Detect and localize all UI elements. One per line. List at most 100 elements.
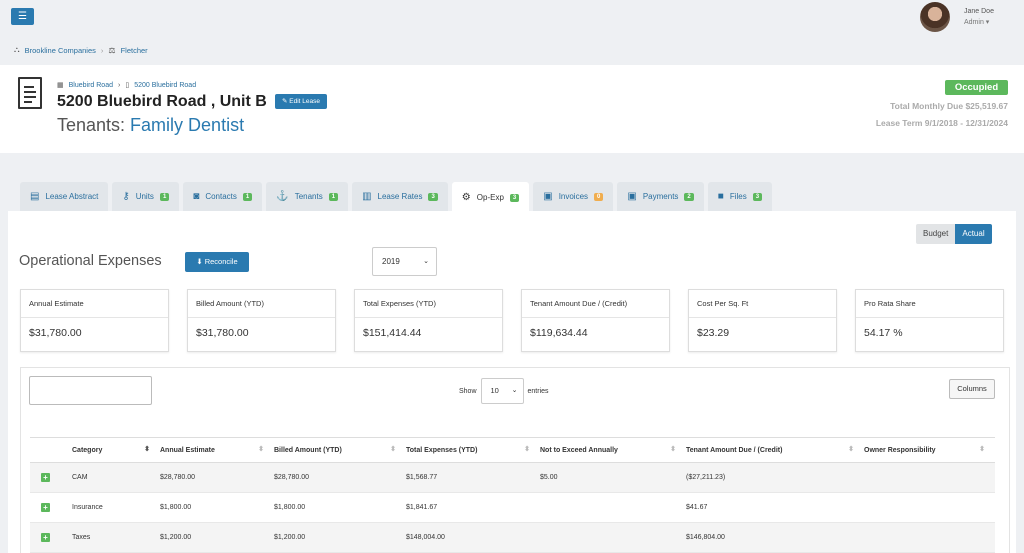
sort-icon: ⬍ (258, 446, 264, 453)
tab-bar: ▤ Lease Abstract ⚷ Units 1 ◙ Contacts 1 ⚓ Tena… (20, 182, 773, 213)
budget-actual-toggle: Budget Actual (916, 224, 992, 244)
hamburger-icon: ☰ (18, 11, 27, 22)
count-badge: 3 (752, 192, 763, 201)
lease-term: Lease Term 9/1/2018 - 12/31/2024 (875, 118, 1008, 128)
tab-files[interactable]: ■ Files 3 (707, 182, 773, 211)
chevron-down-icon: ⌄ (511, 387, 518, 394)
tab-lease-abstract[interactable]: ▤ Lease Abstract (20, 182, 109, 211)
reconcile-button[interactable]: ⬇ Reconcile (185, 252, 249, 272)
sort-icon: ⬍ (979, 446, 985, 453)
menu-toggle-button[interactable]: ☰ (11, 8, 34, 25)
column-header-billed-amount[interactable]: Billed Amount (YTD) ⬍ (274, 437, 406, 463)
tab-tenants[interactable]: ⚓ Tenants 1 (266, 182, 349, 211)
money-icon: ▣ (543, 191, 553, 202)
tab-invoices[interactable]: ▣ Invoices 0 (533, 182, 614, 211)
column-header-tenant-amount-due[interactable]: Tenant Amount Due / (Credit) ⬍ (686, 437, 864, 463)
sort-icon: ⬍ (848, 446, 854, 453)
rate-icon: ▥ (362, 191, 372, 202)
section-title: Operational Expenses (19, 253, 162, 269)
page-title: 5200 Bluebird Road , Unit B (57, 93, 267, 110)
tab-payments[interactable]: ▣ Payments 2 (617, 182, 704, 211)
count-badge: 1 (242, 192, 253, 201)
sitemap-icon: ⛬ (14, 45, 20, 54)
lease-document-icon (18, 77, 42, 109)
year-value: 2019 (382, 257, 400, 266)
total-monthly-due: Total Monthly Due $25,519.67 (890, 101, 1008, 111)
column-header-owner-responsibility[interactable]: Owner Responsibility ⬍ (864, 437, 995, 463)
budget-button[interactable]: Budget (916, 224, 956, 244)
property-breadcrumb: ▦ Bluebird Road › ▯ 5200 Bluebird Road (57, 81, 196, 90)
stat-card-annual-estimate: Annual Estimate $31,780.00 (20, 289, 169, 352)
top-bar: ☰ Jane Doe Admin ▾ (0, 0, 1024, 34)
edit-lease-button[interactable]: ✎ Edit Lease (275, 94, 327, 109)
folder-icon: ■ (717, 191, 724, 202)
entries-select[interactable]: 10 ⌄ (480, 378, 524, 404)
count-badge: 3 (509, 193, 520, 202)
cogs-icon: ⚙ (461, 192, 471, 203)
status-badge: Occupied (945, 80, 1008, 95)
table-row: + CAM $28,780.00 $28,780.00 $1,568.77 $5.00(… (30, 462, 995, 493)
user-name: Jane Doe (964, 8, 994, 15)
contact-card-icon: ◙ (193, 191, 200, 202)
sort-icon: ⬍ (670, 446, 676, 453)
breadcrumb: ⛬ Brookline Companies › ⚖ Fletcher (14, 44, 148, 56)
column-header-annual-estimate[interactable]: Annual Estimate ⬍ (160, 437, 274, 463)
table-header-row: Category ⬍ Annual Estimate ⬍ Billed Amount… (30, 437, 995, 463)
breadcrumb-company[interactable]: Brookline Companies (25, 46, 96, 55)
tab-lease-rates[interactable]: ▥ Lease Rates 3 (352, 182, 448, 211)
chevron-right-icon: › (118, 81, 121, 89)
page-length-control: Show 10 ⌄ entries (459, 378, 549, 404)
tab-units[interactable]: ⚷ Units 1 (112, 182, 180, 211)
lease-header: ▦ Bluebird Road › ▯ 5200 Bluebird Road 5… (0, 65, 1024, 153)
column-header-category[interactable]: Category ⬍ (72, 437, 160, 463)
chevron-right-icon: › (100, 45, 104, 55)
sort-icon: ⬍ (390, 446, 396, 453)
count-badge: 3 (428, 192, 438, 201)
tenants-line: Tenants: Family Dentist (57, 115, 244, 136)
expenses-table-card: Show 10 ⌄ entries Columns Category ⬍ Annua… (20, 367, 1010, 553)
money-icon: ▣ (627, 191, 637, 202)
stat-card-total-expenses: Total Expenses (YTD) $151,414.44 (354, 289, 503, 352)
document-icon: ▤ (30, 191, 40, 202)
building-icon: ▦ (57, 82, 64, 89)
actual-button[interactable]: Actual (955, 224, 992, 244)
count-badge: 2 (684, 192, 694, 201)
expand-row-icon[interactable]: + (41, 473, 50, 482)
tab-op-exp[interactable]: ⚙ Op-Exp 3 (451, 182, 530, 213)
op-exp-panel: Budget Actual Operational Expenses ⬇ Rec… (8, 211, 1016, 553)
tab-contacts[interactable]: ◙ Contacts 1 (183, 182, 263, 211)
breadcrumb-property[interactable]: Fletcher (121, 46, 148, 55)
stat-cards: Annual Estimate $31,780.00 Billed Amount … (20, 289, 1004, 352)
stat-card-cost-per-sqft: Cost Per Sq. Ft $23.29 (688, 289, 837, 352)
tenants-prefix: Tenants: (57, 115, 131, 135)
expand-row-icon[interactable]: + (41, 533, 50, 542)
sort-desc-icon: ⬍ (144, 446, 150, 453)
avatar[interactable] (920, 2, 950, 32)
count-badge: 0 (594, 192, 604, 201)
columns-button[interactable]: Columns (949, 379, 995, 399)
unit-icon: ▯ (125, 82, 130, 89)
count-badge: 1 (159, 192, 170, 201)
sort-icon: ⬍ (524, 446, 530, 453)
stat-card-pro-rata-share: Pro Rata Share 54.17 % (855, 289, 1004, 352)
chevron-down-icon: ⌄ (423, 258, 429, 265)
expand-column-header (30, 437, 72, 463)
table-row: + Taxes $1,200.00 $1,200.00 $148,004.00 $146… (30, 522, 995, 553)
scale-icon: ⚖ (108, 45, 116, 55)
count-badge: 1 (328, 192, 339, 201)
crumb-property[interactable]: Bluebird Road (69, 82, 113, 89)
crumb-unit[interactable]: 5200 Bluebird Road (134, 82, 196, 89)
year-select[interactable]: 2019 ⌄ (372, 247, 437, 276)
user-role-dropdown[interactable]: Admin ▾ (964, 18, 989, 26)
expenses-table: Category ⬍ Annual Estimate ⬍ Billed Amount… (30, 437, 995, 553)
anchor-icon: ⚓ (276, 191, 289, 202)
table-row: + Insurance $1,800.00 $1,800.00 $1,841.67 $4… (30, 492, 995, 523)
stat-card-billed-amount: Billed Amount (YTD) $31,780.00 (187, 289, 336, 352)
expand-row-icon[interactable]: + (41, 503, 50, 512)
column-header-total-expenses[interactable]: Total Expenses (YTD) ⬍ (406, 437, 540, 463)
column-header-not-to-exceed[interactable]: Not to Exceed Annually ⬍ (540, 437, 686, 463)
search-input[interactable] (29, 376, 152, 405)
tenant-link[interactable]: Family Dentist (130, 115, 244, 135)
key-icon: ⚷ (122, 191, 130, 202)
stat-card-tenant-amount-due: Tenant Amount Due / (Credit) $119,634.44 (521, 289, 670, 352)
